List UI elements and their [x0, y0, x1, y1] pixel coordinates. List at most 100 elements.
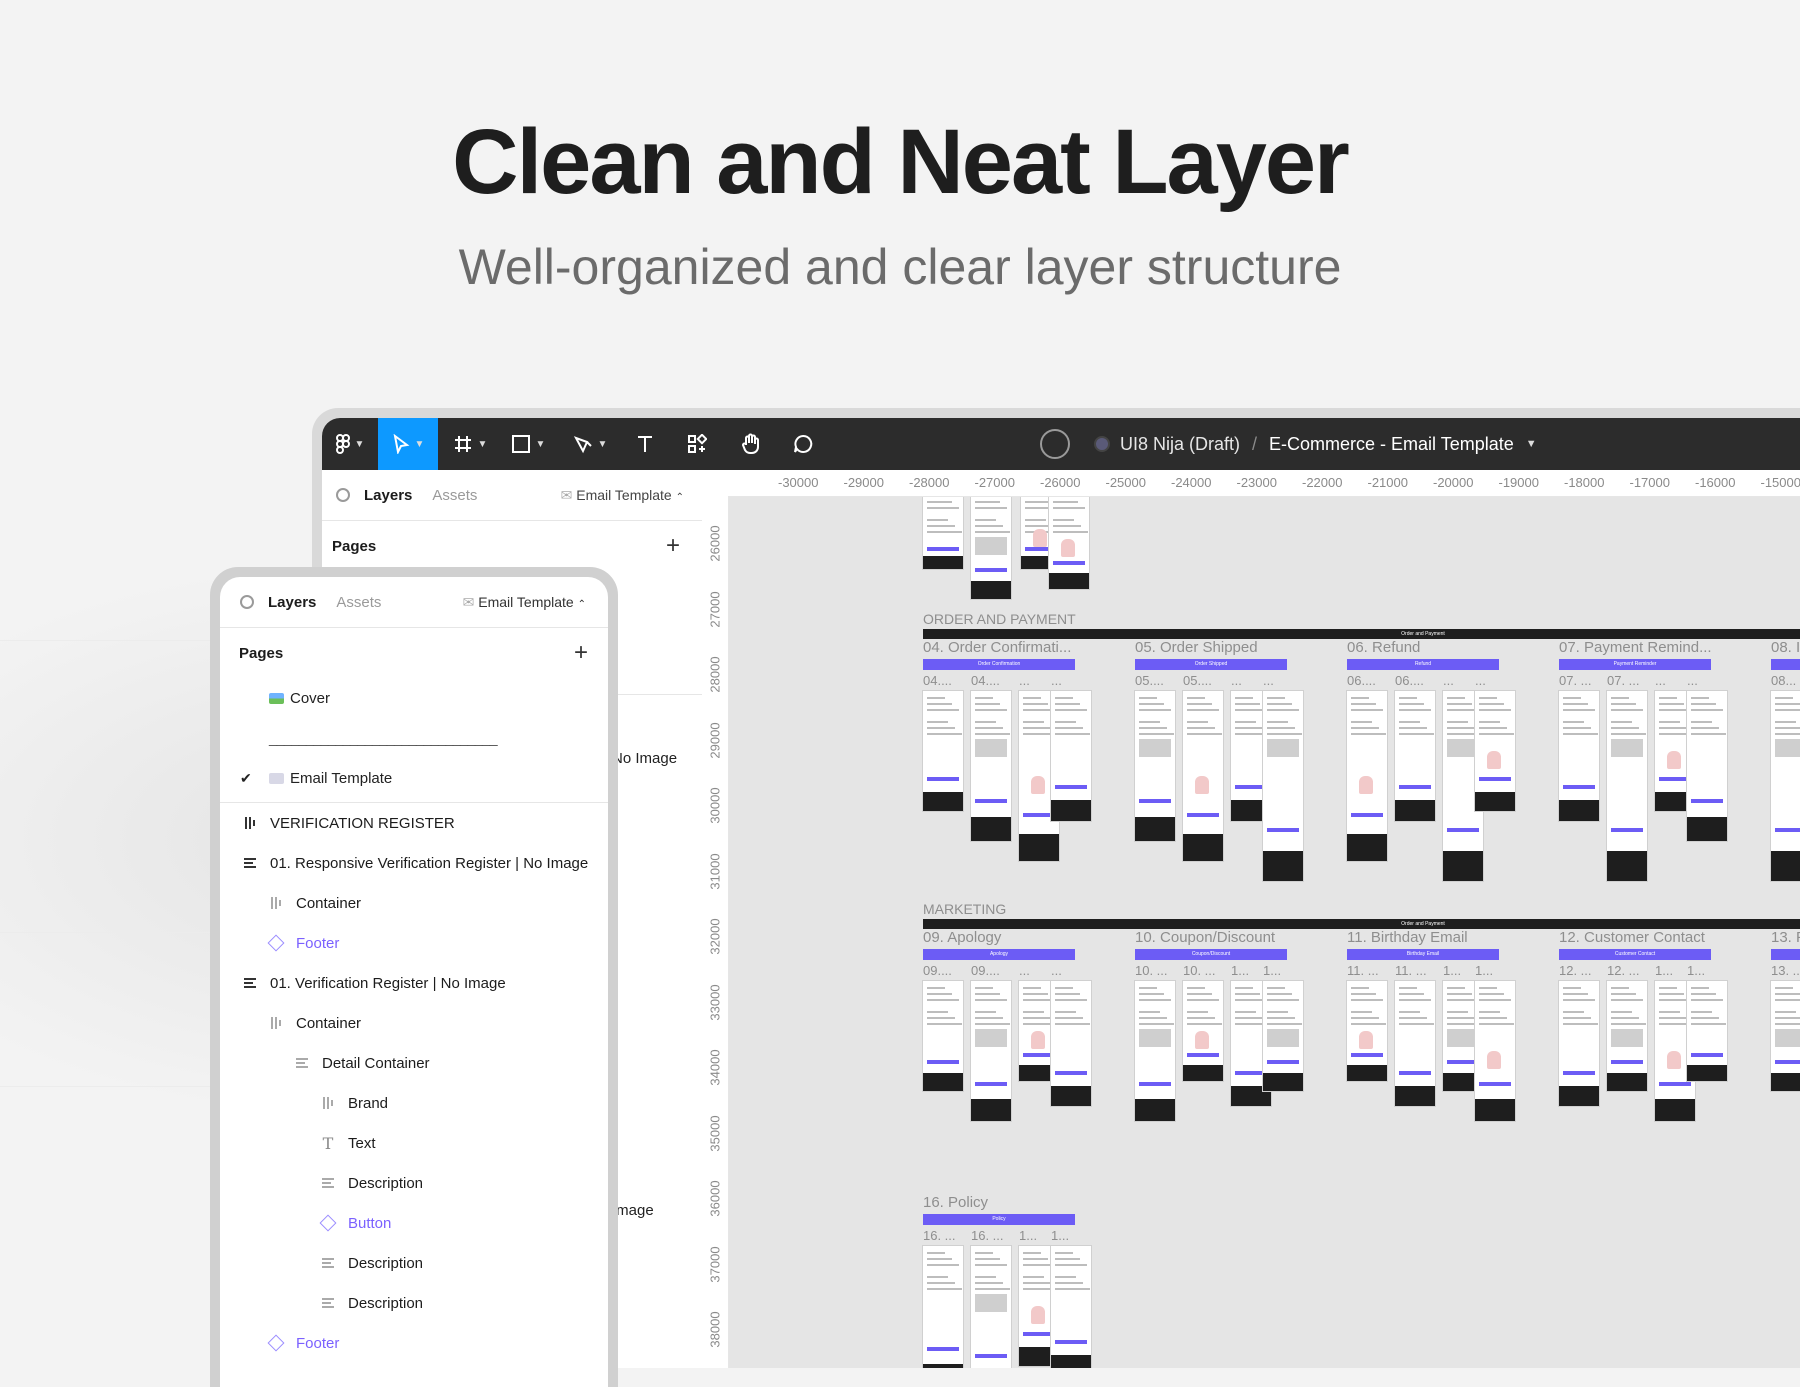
- email-thumbnail[interactable]: [1051, 981, 1091, 1106]
- email-thumbnail[interactable]: [971, 691, 1011, 841]
- button-shape: [1399, 1071, 1431, 1075]
- text-line: [1055, 1288, 1090, 1290]
- email-thumbnail[interactable]: [1559, 981, 1599, 1106]
- layer-icon-wrap: [240, 978, 260, 988]
- group-header-bar: Refund: [1347, 659, 1499, 670]
- layer-row[interactable]: VERIFICATION REGISTER: [220, 803, 608, 843]
- layer-row[interactable]: Container: [220, 883, 608, 923]
- add-page-icon[interactable]: +: [666, 532, 680, 560]
- email-thumbnail[interactable]: [923, 981, 963, 1091]
- frame-label: 05....: [1183, 673, 1212, 688]
- pen-tool-button[interactable]: ▼: [560, 418, 620, 470]
- email-thumbnail[interactable]: [1771, 691, 1800, 881]
- tab-assets[interactable]: Assets: [336, 594, 381, 611]
- email-thumbnail[interactable]: [1475, 691, 1515, 811]
- page-item[interactable]: ✔Email Template: [220, 758, 608, 798]
- email-thumbnail[interactable]: [971, 497, 1011, 599]
- product-image: [1667, 751, 1681, 769]
- layer-row[interactable]: Button: [220, 1203, 608, 1243]
- page-selector[interactable]: ✉ Email Template ⌃: [561, 487, 684, 504]
- page-selector-label: Email Template: [478, 594, 573, 610]
- email-thumbnail[interactable]: [971, 981, 1011, 1121]
- pages-label: Pages: [332, 538, 376, 555]
- text-line: [1023, 1017, 1051, 1019]
- text-line: [1351, 987, 1369, 989]
- footer-block: [1347, 834, 1387, 861]
- email-thumbnail[interactable]: [1183, 981, 1223, 1081]
- email-thumbnail[interactable]: [923, 1246, 963, 1368]
- figma-logo-icon: [336, 434, 350, 454]
- text-line: [1053, 501, 1078, 503]
- email-thumbnail[interactable]: [1135, 981, 1175, 1121]
- ruler-tick-label: 28000: [708, 650, 723, 700]
- layer-row[interactable]: Container: [220, 1003, 608, 1043]
- chevron-down-icon[interactable]: ▼: [1526, 438, 1537, 450]
- layer-row[interactable]: Detail Container: [220, 1043, 608, 1083]
- text-line: [1447, 703, 1472, 705]
- comment-tool-button[interactable]: [778, 418, 828, 470]
- email-thumbnail[interactable]: [1687, 981, 1727, 1081]
- figma-menu-button[interactable]: ▼: [322, 418, 378, 470]
- email-thumbnail[interactable]: [1687, 691, 1727, 841]
- layer-row[interactable]: Footer: [220, 1323, 608, 1363]
- frame-tool-button[interactable]: ▼: [442, 418, 498, 470]
- auto-layout-icon: [322, 1298, 334, 1308]
- product-image: [1031, 776, 1045, 794]
- layer-row[interactable]: Footer: [220, 923, 608, 963]
- search-icon[interactable]: [240, 595, 254, 609]
- move-tool-button[interactable]: ▼: [378, 418, 438, 470]
- email-thumbnail[interactable]: [1475, 981, 1515, 1121]
- email-thumbnail[interactable]: [1049, 497, 1089, 589]
- layer-row[interactable]: Brand: [220, 1083, 608, 1123]
- email-thumbnail[interactable]: [1607, 691, 1647, 881]
- text-line: [1691, 1023, 1726, 1025]
- layer-row[interactable]: Description: [220, 1283, 608, 1323]
- file-name[interactable]: E-Commerce - Email Template: [1269, 434, 1514, 455]
- frame-label: 11. ...: [1395, 963, 1427, 978]
- email-thumbnail[interactable]: [1607, 981, 1647, 1091]
- text-line: [927, 993, 952, 995]
- email-thumbnail[interactable]: [1135, 691, 1175, 841]
- user-avatar-icon[interactable]: [1040, 429, 1070, 459]
- layer-row[interactable]: TText: [220, 1123, 608, 1163]
- text-line: [927, 501, 952, 503]
- team-name[interactable]: UI8 Nija (Draft): [1120, 434, 1240, 455]
- add-page-icon[interactable]: +: [574, 639, 588, 667]
- text-line: [1399, 1011, 1420, 1013]
- tab-layers[interactable]: Layers: [268, 594, 316, 611]
- email-thumbnail[interactable]: [923, 497, 963, 569]
- email-thumbnail[interactable]: [1051, 1246, 1091, 1368]
- email-thumbnail[interactable]: [1347, 691, 1387, 861]
- layer-row[interactable]: Description: [220, 1163, 608, 1203]
- email-thumbnail[interactable]: [1771, 981, 1800, 1091]
- text-tool-button[interactable]: [620, 418, 670, 470]
- tab-layers[interactable]: Layers: [364, 487, 412, 504]
- components-tool-button[interactable]: [672, 418, 722, 470]
- frame-label: 1...: [1475, 963, 1493, 978]
- frame-label: 04....: [971, 673, 1000, 688]
- text-line: [1351, 703, 1376, 705]
- design-canvas[interactable]: ORDER AND PAYMENTOrder and Payment04. Or…: [729, 497, 1800, 1368]
- email-thumbnail[interactable]: [1263, 691, 1303, 881]
- page-item[interactable]: Cover: [220, 678, 608, 718]
- layer-row[interactable]: 01. Responsive Verification Register | N…: [220, 843, 608, 883]
- layer-row[interactable]: 01. Verification Register | No Image: [220, 963, 608, 1003]
- email-thumbnail[interactable]: [1263, 981, 1303, 1091]
- page-selector[interactable]: ✉ Email Template ⌃: [463, 594, 586, 611]
- frame-label: 1...: [1687, 963, 1705, 978]
- hand-tool-button[interactable]: [726, 418, 776, 470]
- search-icon[interactable]: [336, 488, 350, 502]
- email-thumbnail[interactable]: [1395, 691, 1435, 821]
- email-thumbnail[interactable]: [971, 1246, 1011, 1368]
- text-line: [1563, 999, 1595, 1001]
- email-thumbnail[interactable]: [1051, 691, 1091, 821]
- shape-tool-button[interactable]: ▼: [498, 418, 558, 470]
- email-thumbnail[interactable]: [1559, 691, 1599, 821]
- tab-assets[interactable]: Assets: [432, 487, 477, 504]
- email-thumbnail[interactable]: [1347, 981, 1387, 1081]
- email-thumbnail[interactable]: [923, 691, 963, 811]
- section-header-bar: Order and Payment: [923, 629, 1800, 639]
- email-thumbnail[interactable]: [1395, 981, 1435, 1106]
- email-thumbnail[interactable]: [1183, 691, 1223, 861]
- layer-row[interactable]: Description: [220, 1243, 608, 1283]
